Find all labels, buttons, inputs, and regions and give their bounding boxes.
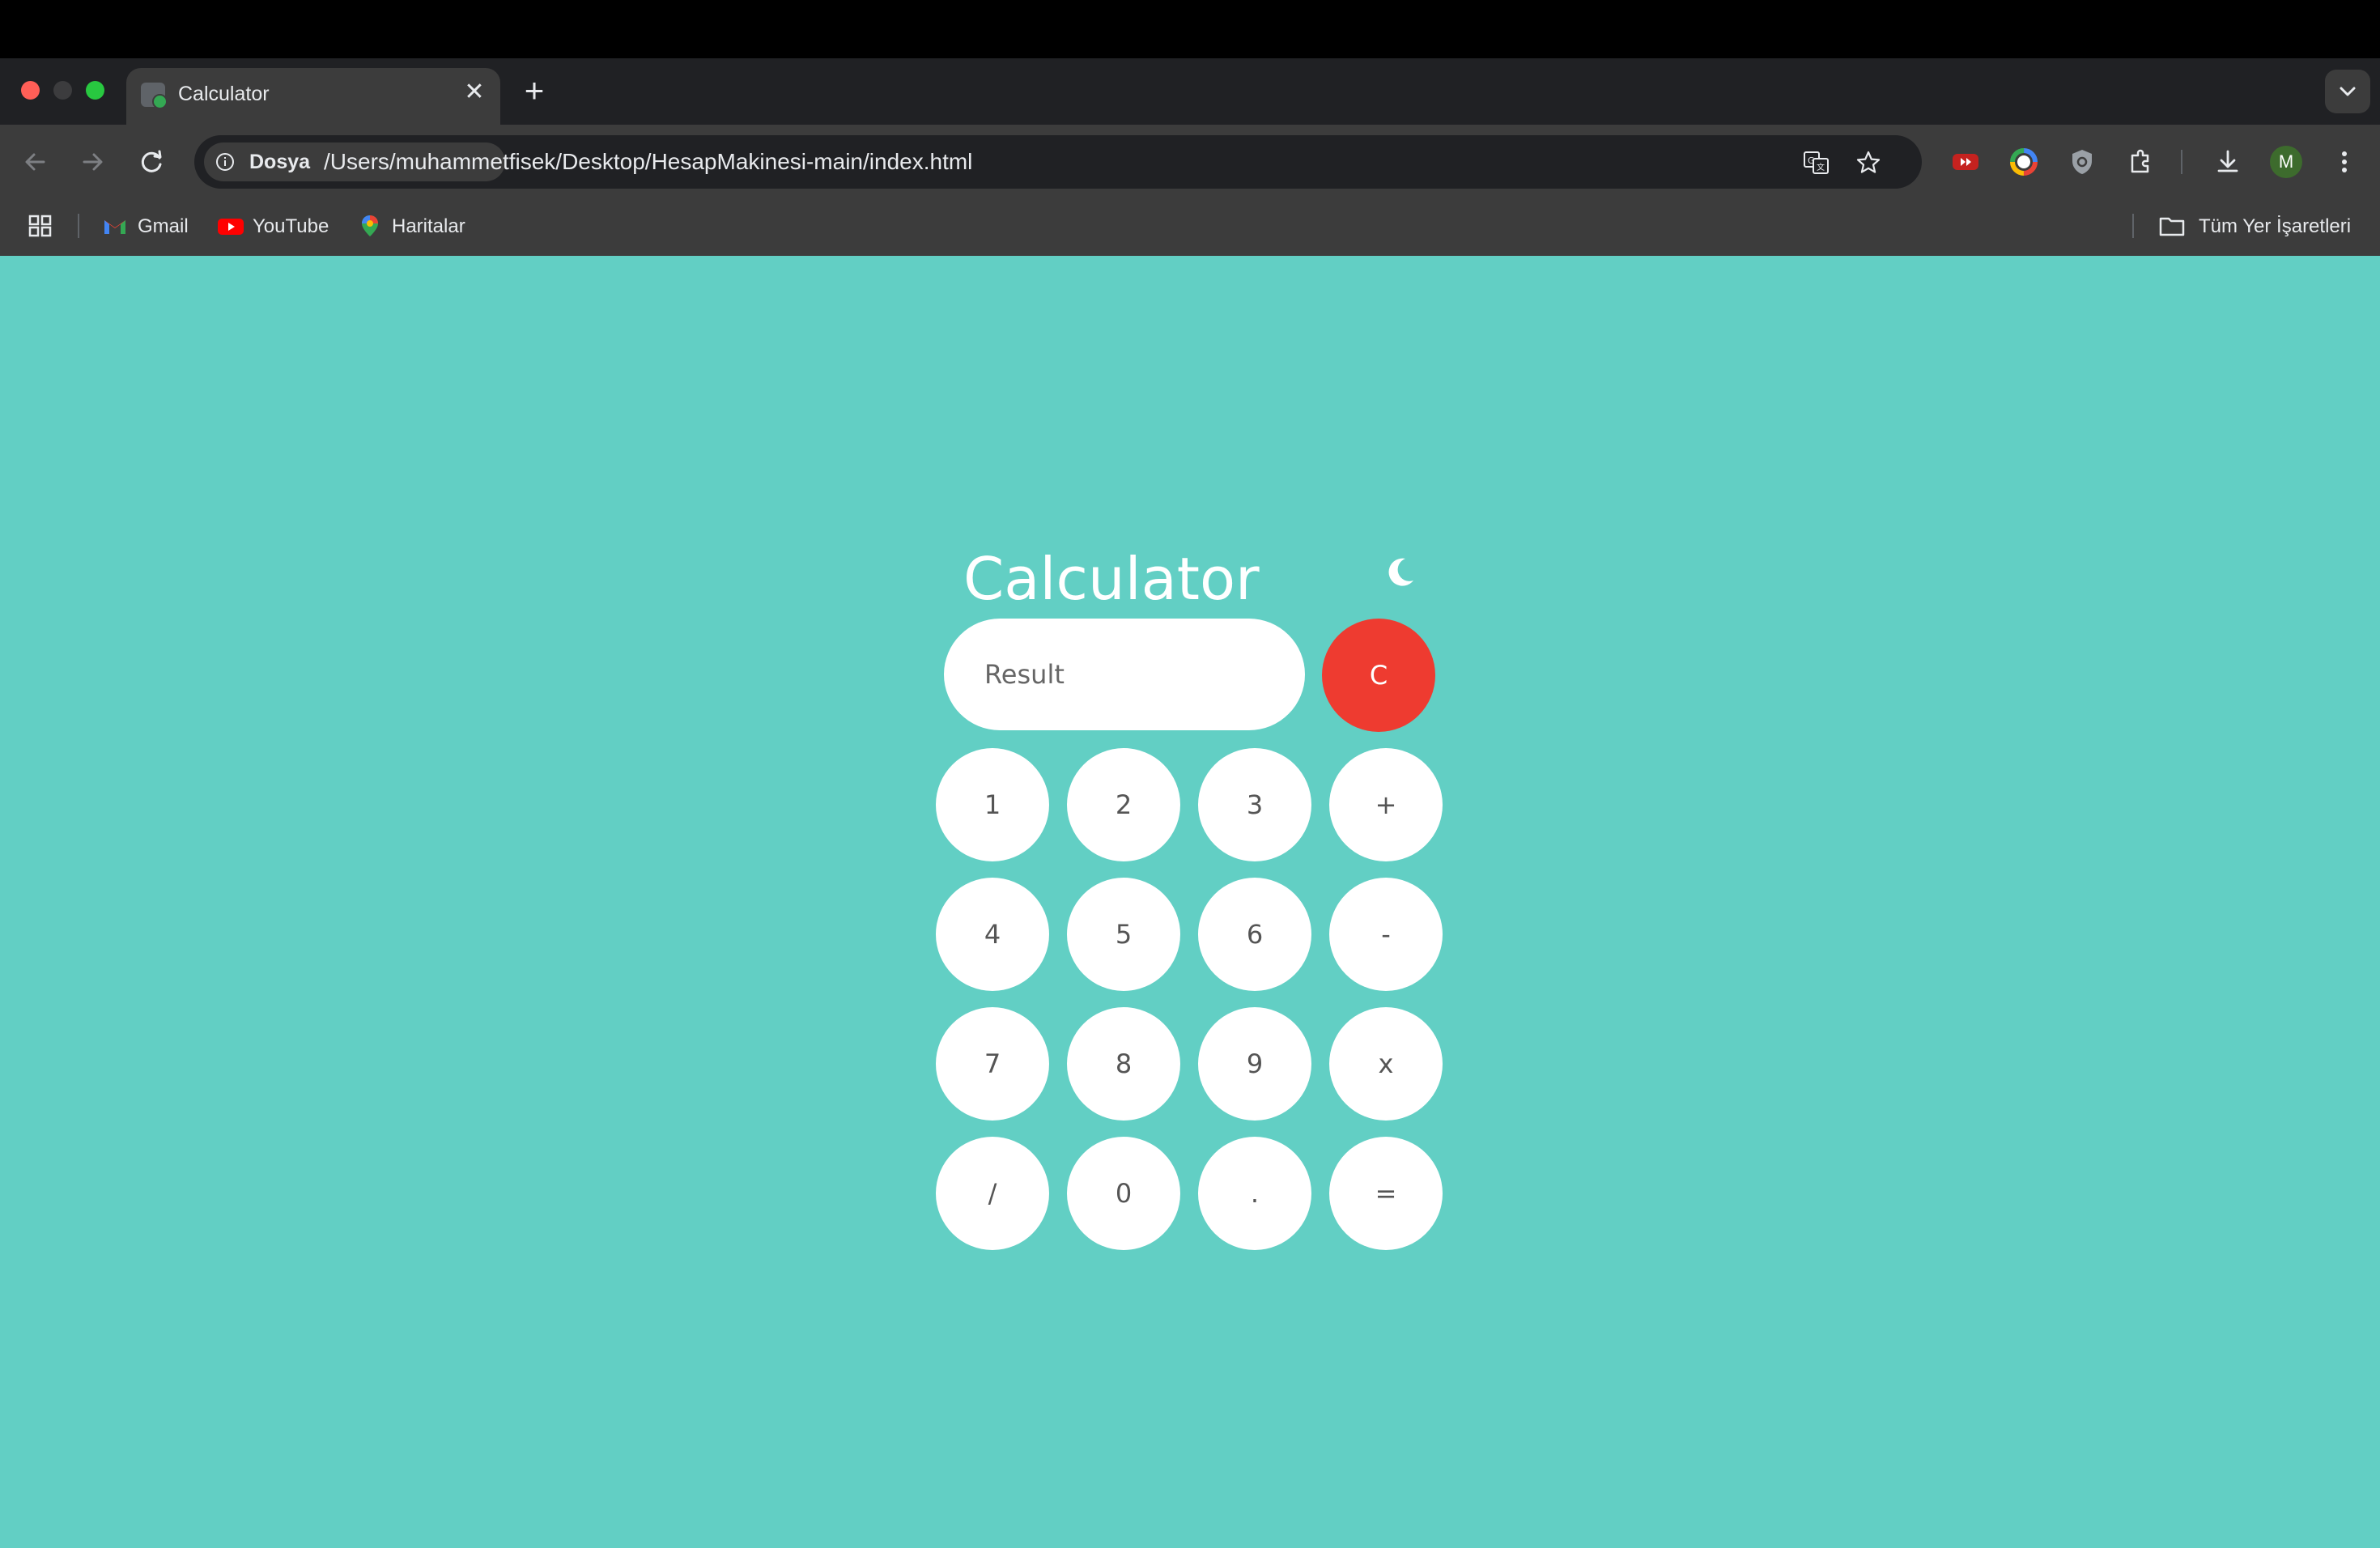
extensions-puzzle-icon[interactable]: [2123, 144, 2158, 180]
window-top-strip: [0, 0, 2380, 58]
key-1-button[interactable]: 1: [936, 748, 1049, 861]
equals-button[interactable]: =: [1329, 1137, 1443, 1250]
bookmarks-bar: Gmail YouTube Haritalar Tüm Yer İşaretle…: [0, 194, 2380, 256]
reload-icon: [141, 150, 162, 172]
bookmark-youtube[interactable]: YouTube: [217, 214, 338, 238]
bookmark-label: Gmail: [138, 215, 189, 237]
decimal-button[interactable]: .: [1198, 1137, 1311, 1250]
multiply-button[interactable]: x: [1329, 1007, 1443, 1121]
url-text[interactable]: /Users/muhammetfisek/Desktop/HesapMakine…: [324, 149, 972, 175]
key-4-button[interactable]: 4: [936, 878, 1049, 991]
tab-search-button[interactable]: [2325, 70, 2370, 113]
info-icon: [216, 153, 234, 171]
clear-button[interactable]: C: [1322, 619, 1435, 732]
bookmark-haritalar[interactable]: Haritalar: [358, 214, 479, 238]
downloads-icon[interactable]: [2210, 144, 2246, 180]
key-6-button[interactable]: 6: [1198, 878, 1311, 991]
add-button[interactable]: +: [1329, 748, 1443, 861]
forward-button[interactable]: [74, 144, 110, 180]
new-tab-button[interactable]: +: [518, 71, 550, 112]
key-3-button[interactable]: 3: [1198, 748, 1311, 861]
toolbar-divider: [2181, 150, 2182, 174]
site-info-label: Dosya: [249, 151, 311, 173]
translate-icon[interactable]: G 文: [1802, 148, 1831, 177]
all-bookmarks-label: Tüm Yer İşaretleri: [2199, 215, 2352, 237]
maximize-window-button[interactable]: [86, 81, 104, 100]
bookmarks-divider: [78, 214, 79, 238]
key-9-button[interactable]: 9: [1198, 1007, 1311, 1121]
subtract-button[interactable]: -: [1329, 878, 1443, 991]
profile-avatar[interactable]: M: [2270, 146, 2302, 178]
tab-calculator[interactable]: Calculator ✕: [126, 68, 500, 125]
arrow-left-icon: [25, 153, 45, 171]
menu-kebab-icon[interactable]: [2327, 144, 2362, 180]
page-content: Calculator: [0, 256, 2380, 1548]
bookmark-gmail[interactable]: Gmail: [102, 214, 199, 238]
svg-text:G: G: [1808, 155, 1815, 166]
bookmark-label: Haritalar: [392, 215, 465, 237]
result-display[interactable]: [944, 619, 1305, 730]
all-bookmarks-button[interactable]: Tüm Yer İşaretleri: [2158, 214, 2372, 238]
dark-mode-toggle[interactable]: [1381, 554, 1418, 591]
key-0-button[interactable]: 0: [1067, 1137, 1180, 1250]
key-5-button[interactable]: 5: [1067, 878, 1180, 991]
key-2-button[interactable]: 2: [1067, 748, 1180, 861]
chevron-down-icon: [2340, 87, 2356, 96]
key-7-button[interactable]: 7: [936, 1007, 1049, 1121]
address-bar[interactable]: Dosya /Users/muhammetfisek/Desktop/Hesap…: [194, 135, 1922, 189]
gmail-icon: [104, 220, 125, 234]
tab-title: Calculator: [178, 83, 270, 105]
tab-close-icon[interactable]: ✕: [458, 76, 491, 108]
page-favicon-icon: [141, 83, 168, 109]
apps-grid-icon[interactable]: [28, 214, 53, 238]
close-window-button[interactable]: [21, 81, 40, 100]
bookmark-star-icon[interactable]: [1854, 148, 1883, 177]
color-picker-extension-icon[interactable]: [2006, 144, 2042, 180]
divide-button[interactable]: /: [936, 1137, 1049, 1250]
shield-extension-icon[interactable]: [2064, 144, 2100, 180]
minimize-window-button[interactable]: [53, 81, 72, 100]
bookmarks-right-divider: [2132, 214, 2134, 238]
moon-icon: [1388, 558, 1413, 586]
bookmark-label: YouTube: [253, 215, 329, 237]
maps-icon: [362, 215, 378, 236]
arrow-right-icon: [83, 153, 103, 171]
calculator-title: Calculator: [963, 545, 1260, 613]
video-speed-extension-icon[interactable]: [1948, 144, 1983, 180]
key-8-button[interactable]: 8: [1067, 1007, 1180, 1121]
svg-text:文: 文: [1817, 162, 1825, 172]
youtube-icon: [218, 219, 244, 235]
reload-button[interactable]: [134, 144, 170, 180]
folder-icon: [2159, 217, 2185, 236]
back-button[interactable]: [18, 144, 53, 180]
